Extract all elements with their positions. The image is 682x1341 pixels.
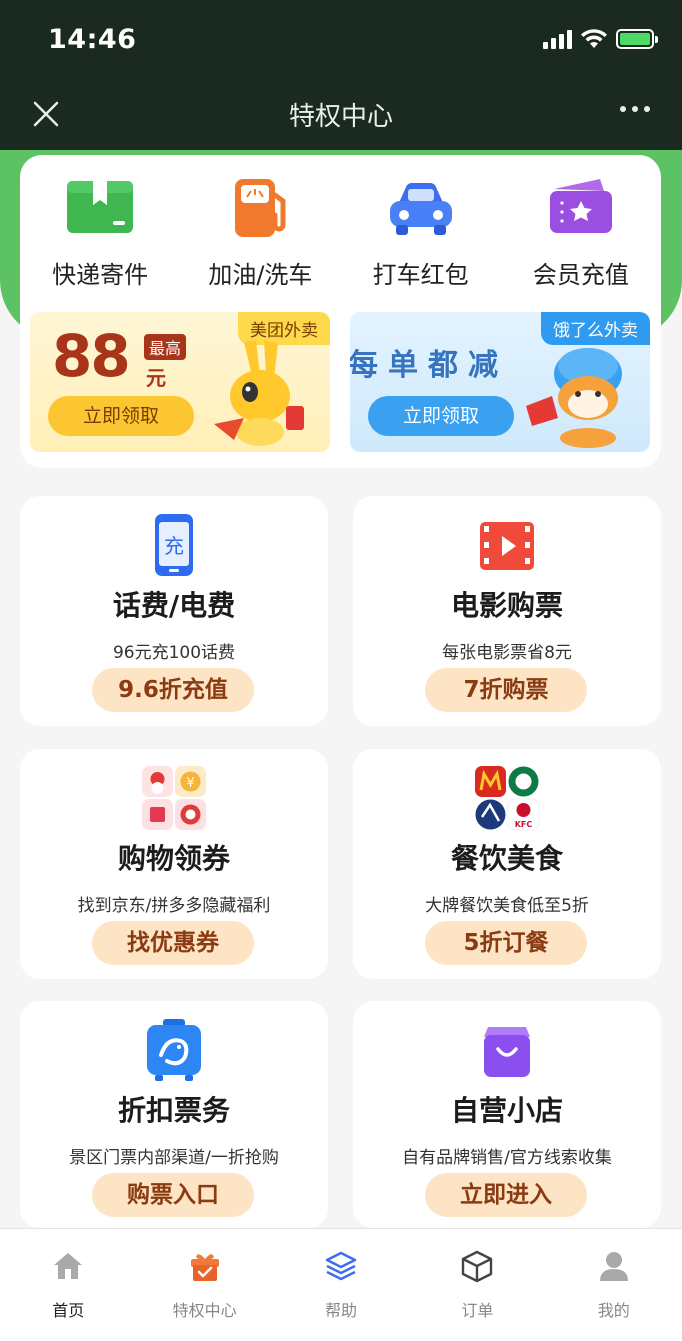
quick-item-member[interactable]: 会员充值	[506, 175, 656, 290]
card-action-button[interactable]: 7折购票	[425, 668, 587, 712]
tab-label: 订单	[461, 1301, 494, 1320]
card-title: 购物领券	[117, 842, 230, 875]
card-action-button[interactable]: 找优惠券	[92, 921, 254, 965]
card-title: 餐饮美食	[450, 842, 563, 875]
tab-orders[interactable]: 订单	[409, 1229, 545, 1341]
page-title: 特权中心	[288, 102, 393, 132]
promo-max-label: 最高	[144, 334, 187, 360]
shopping-bag-icon	[484, 1027, 530, 1077]
card-action-button[interactable]: 立即进入	[425, 1173, 587, 1217]
card-ticketing[interactable]: 折扣票务 景区门票内部渠道/一折抢购 购票入口	[20, 1001, 328, 1228]
card-title: 自营小店	[450, 1094, 563, 1127]
shiba-mascot-icon	[526, 348, 622, 448]
bottom-tab-bar: 首页 特权中心 帮助 订单 我的	[0, 1228, 682, 1341]
quick-item-label: 加油/洗车	[208, 261, 313, 289]
member-ticket-icon	[549, 179, 612, 233]
quick-item-express[interactable]: 快递寄件	[25, 175, 175, 290]
gift-icon	[190, 1254, 219, 1281]
claim-button[interactable]: 立即领取	[368, 396, 514, 436]
card-desc: 大牌餐饮美食低至5折	[425, 896, 589, 916]
card-desc: 自有品牌销售/官方线索收集	[402, 1148, 612, 1168]
card-action-button[interactable]: 5折订餐	[425, 921, 587, 965]
svg-text:充: 充	[164, 534, 184, 558]
promo-amount: 88	[52, 322, 131, 390]
svg-text:KFC: KFC	[515, 820, 533, 829]
card-shopping-coupon[interactable]: ¥ 购物领券 找到京东/拼多多隐藏福利 找优惠券	[20, 749, 328, 979]
card-desc: 96元充100话费	[112, 643, 236, 663]
quick-item-fuel[interactable]: 加油/洗车	[185, 175, 335, 290]
more-options-icon[interactable]	[620, 106, 650, 112]
card-desc: 找到京东/拼多多隐藏福利	[77, 896, 271, 916]
card-desc: 景区门票内部渠道/一折抢购	[69, 1148, 279, 1168]
card-title: 折扣票务	[117, 1094, 230, 1127]
tab-profile[interactable]: 我的	[546, 1229, 682, 1341]
promo-tag: 饿了么外卖	[541, 312, 650, 345]
quick-services-card: 快递寄件 加油/洗车 打车红包 会员充值 美团外卖 88 最高 元 立即领取 饿…	[20, 155, 661, 468]
travel-ticket-icon	[147, 1019, 201, 1081]
tab-help[interactable]: 帮助	[273, 1229, 409, 1341]
svg-text:¥: ¥	[186, 776, 194, 791]
tab-home[interactable]: 首页	[0, 1229, 136, 1341]
cellular-signal-icon	[543, 29, 572, 49]
user-icon	[599, 1252, 628, 1281]
tab-label: 首页	[52, 1301, 85, 1320]
top-header: 14:46 特权中心	[0, 0, 682, 152]
home-icon	[54, 1253, 83, 1279]
layers-icon	[325, 1251, 357, 1281]
card-dining[interactable]: KFC 餐饮美食 大牌餐饮美食低至5折 5折订餐	[353, 749, 661, 979]
battery-charging-icon	[616, 29, 658, 49]
restaurant-brands-icon: KFC	[475, 766, 540, 831]
box-icon	[462, 1250, 493, 1283]
status-time: 14:46	[48, 24, 137, 55]
card-title: 话费/电费	[112, 589, 236, 622]
quick-item-label: 会员充值	[532, 261, 629, 289]
card-phone-bill[interactable]: 充 话费/电费 96元充100话费 9.6折充值	[20, 496, 328, 726]
package-icon	[67, 181, 134, 233]
tab-label: 我的	[597, 1301, 630, 1320]
card-title: 电影购票	[450, 589, 563, 622]
promo-slogan: 每单都减	[350, 348, 508, 383]
wifi-icon	[581, 29, 607, 48]
card-desc: 每张电影票省8元	[442, 643, 572, 663]
status-icons	[543, 26, 658, 52]
card-action-button[interactable]: 9.6折充值	[92, 668, 254, 712]
claim-button[interactable]: 立即领取	[48, 396, 194, 436]
kangaroo-mascot-icon	[214, 340, 304, 446]
card-movie[interactable]: 电影购票 每张电影票省8元 7折购票	[353, 496, 661, 726]
promo-meituan[interactable]: 美团外卖 88 最高 元 立即领取	[30, 312, 330, 452]
tab-label: 特权中心	[172, 1301, 237, 1320]
quick-item-label: 快递寄件	[52, 261, 149, 289]
card-own-store[interactable]: 自营小店 自有品牌销售/官方线索收集 立即进入	[353, 1001, 661, 1228]
fuel-pump-icon	[235, 179, 286, 237]
quick-item-label: 打车红包	[372, 261, 469, 289]
tab-privilege-center[interactable]: 特权中心	[136, 1229, 272, 1341]
shopping-apps-icon: ¥	[142, 766, 206, 830]
phone-charge-icon: 充	[155, 514, 193, 576]
film-icon	[480, 522, 534, 570]
promo-eleme[interactable]: 饿了么外卖 每单都减 立即领取	[350, 312, 650, 452]
car-icon	[389, 182, 452, 235]
card-action-button[interactable]: 购票入口	[92, 1173, 254, 1217]
tab-label: 帮助	[324, 1301, 357, 1320]
promo-unit: 元	[146, 366, 166, 390]
quick-item-taxi[interactable]: 打车红包	[346, 175, 496, 290]
